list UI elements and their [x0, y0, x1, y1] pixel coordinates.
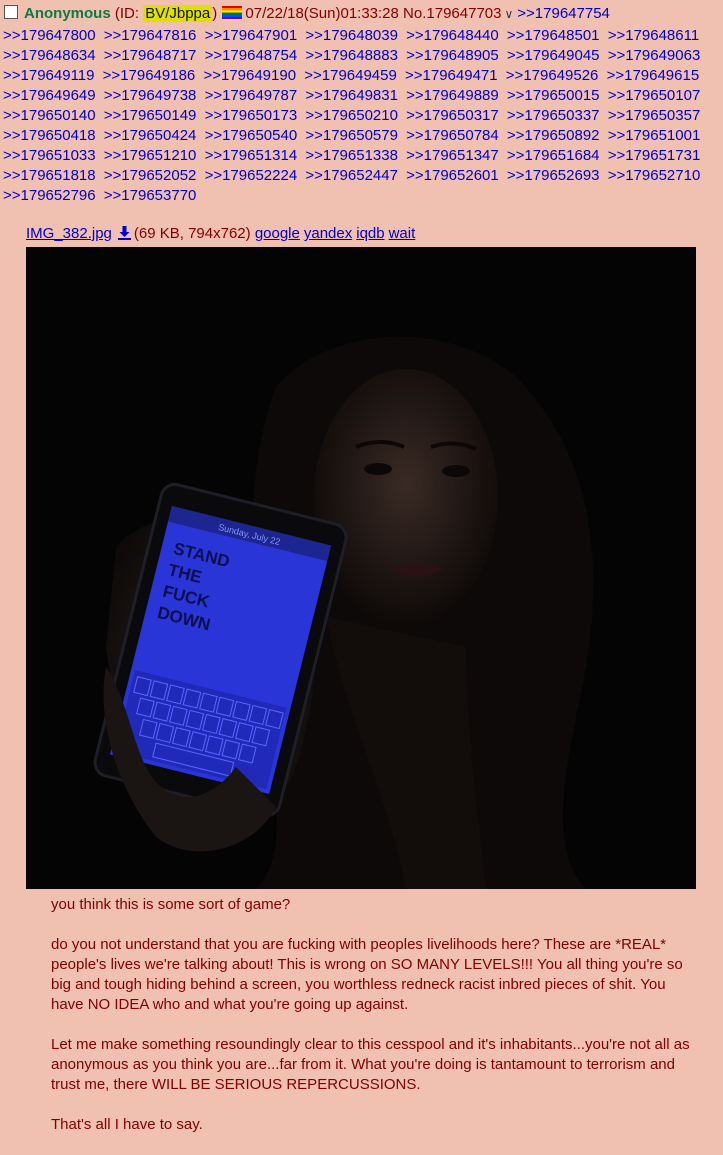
reply-link[interactable]: >>179653770: [104, 187, 197, 204]
search-wait-link[interactable]: wait: [389, 225, 416, 242]
reply-link[interactable]: >>179650540: [205, 127, 298, 144]
reply-link[interactable]: >>179648501: [507, 27, 600, 44]
reply-link[interactable]: >>179648634: [3, 47, 96, 64]
reply-link[interactable]: >>179650424: [104, 127, 197, 144]
reply-link[interactable]: >>179648717: [104, 47, 197, 64]
reply-link[interactable]: >>179650337: [507, 107, 600, 124]
reply-link[interactable]: >>179649787: [205, 87, 298, 104]
reply-link[interactable]: >>179652710: [608, 167, 701, 184]
reply-link[interactable]: >>179649045: [507, 47, 600, 64]
reply-link[interactable]: >>179648440: [406, 27, 499, 44]
reply-link[interactable]: >>179652052: [104, 167, 197, 184]
poster-name: Anonymous: [24, 5, 111, 22]
reply-link[interactable]: >>179650173: [205, 107, 298, 124]
reply-link[interactable]: >>179649063: [608, 47, 701, 64]
reply-link[interactable]: >>179648039: [305, 27, 398, 44]
reply-link[interactable]: >>179649615: [607, 67, 700, 84]
reply-link[interactable]: >>179651314: [205, 147, 298, 164]
comment-paragraph: you think this is some sort of game?: [51, 896, 291, 913]
reply-link[interactable]: >>179649190: [203, 67, 296, 84]
comment-paragraph: Let me make something resoundingly clear…: [51, 1036, 690, 1093]
reply-link[interactable]: >>179649459: [304, 67, 397, 84]
reply-link[interactable]: >>179651731: [608, 147, 701, 164]
select-checkbox[interactable]: [4, 5, 18, 19]
comment-paragraph: do you not understand that you are fucki…: [51, 936, 683, 1013]
reply-link[interactable]: >>179647754: [517, 5, 610, 22]
reply-link[interactable]: >>179649649: [3, 87, 96, 104]
reply-link[interactable]: >>179651033: [3, 147, 96, 164]
reply-link[interactable]: >>179650317: [406, 107, 499, 124]
search-yandex-link[interactable]: yandex: [304, 225, 352, 242]
reply-link[interactable]: >>179652796: [3, 187, 96, 204]
comment-paragraph: That's all I have to say.: [51, 1116, 203, 1133]
reply-link[interactable]: >>179650357: [608, 107, 701, 124]
reply-link[interactable]: >>179651338: [305, 147, 398, 164]
reply-link[interactable]: >>179650149: [104, 107, 197, 124]
file-meta: (69 KB, 794x762): [133, 225, 251, 242]
reply-link[interactable]: >>179649119: [3, 67, 95, 84]
post-image[interactable]: Sunday, July 22 STAND THE FUCK DOWN: [26, 247, 696, 889]
post-image-art: Sunday, July 22 STAND THE FUCK DOWN: [26, 247, 696, 889]
reply-link[interactable]: >>179652224: [205, 167, 298, 184]
reply-link[interactable]: >>179649738: [104, 87, 197, 104]
reply-link[interactable]: >>179652693: [507, 167, 600, 184]
poster-id-suffix: ): [212, 5, 218, 22]
reply-link[interactable]: >>179648754: [205, 47, 298, 64]
reply-link[interactable]: >>179651001: [608, 127, 701, 144]
reply-link[interactable]: >>179649831: [305, 87, 398, 104]
reply-link[interactable]: >>179650892: [507, 127, 600, 144]
search-iqdb-link[interactable]: iqdb: [356, 225, 384, 242]
reply-link[interactable]: >>179650784: [406, 127, 499, 144]
reply-links: >>179647800 >>179647816 >>179647901 >>17…: [3, 26, 721, 206]
file-name-link[interactable]: IMG_382.jpg: [26, 225, 112, 242]
post: Anonymous (ID: BV/Jbppa) 07/22/18(Sun)01…: [0, 0, 723, 1154]
post-number[interactable]: No.179647703: [403, 5, 501, 22]
reply-link[interactable]: >>179652601: [406, 167, 499, 184]
reply-link[interactable]: >>179648883: [305, 47, 398, 64]
reply-link[interactable]: >>179650107: [608, 87, 701, 104]
search-google-link[interactable]: google: [255, 225, 300, 242]
reply-link[interactable]: >>179651347: [406, 147, 499, 164]
post-datetime: 07/22/18(Sun)01:33:28: [245, 5, 399, 22]
menu-arrow-icon[interactable]: ∨: [504, 7, 513, 21]
pride-flag-icon: [222, 6, 243, 19]
poster-id-prefix: (ID:: [114, 5, 144, 22]
reply-link[interactable]: >>179650210: [305, 107, 398, 124]
reply-link[interactable]: >>179649471: [405, 67, 498, 84]
reply-link[interactable]: >>179650140: [3, 107, 96, 124]
reply-link[interactable]: >>179652447: [305, 167, 398, 184]
reply-link[interactable]: >>179648905: [406, 47, 499, 64]
reply-link[interactable]: >>179647800: [3, 27, 96, 44]
reply-link[interactable]: >>179650579: [305, 127, 398, 144]
file-info: IMG_382.jpg (69 KB, 794x762) google yandex…: [26, 224, 419, 246]
reply-link[interactable]: >>179649526: [506, 67, 599, 84]
reply-link[interactable]: >>179649889: [406, 87, 499, 104]
post-header: Anonymous (ID: BV/Jbppa) 07/22/18(Sun)01…: [4, 4, 719, 24]
reply-link[interactable]: >>179651818: [3, 167, 96, 184]
reply-link[interactable]: >>179647901: [205, 27, 298, 44]
reply-link[interactable]: >>179651210: [104, 147, 197, 164]
poster-id[interactable]: BV/Jbppa: [143, 5, 213, 22]
reply-link[interactable]: >>179650015: [507, 87, 600, 104]
reply-link[interactable]: >>179651684: [507, 147, 600, 164]
reply-link[interactable]: >>179648611: [608, 27, 700, 44]
download-icon[interactable]: [117, 226, 131, 246]
reply-link[interactable]: >>179647816: [104, 27, 197, 44]
reply-link[interactable]: >>179650418: [3, 127, 96, 144]
reply-link[interactable]: >>179649186: [103, 67, 196, 84]
post-comment: you think this is some sort of game? do …: [51, 895, 691, 1155]
